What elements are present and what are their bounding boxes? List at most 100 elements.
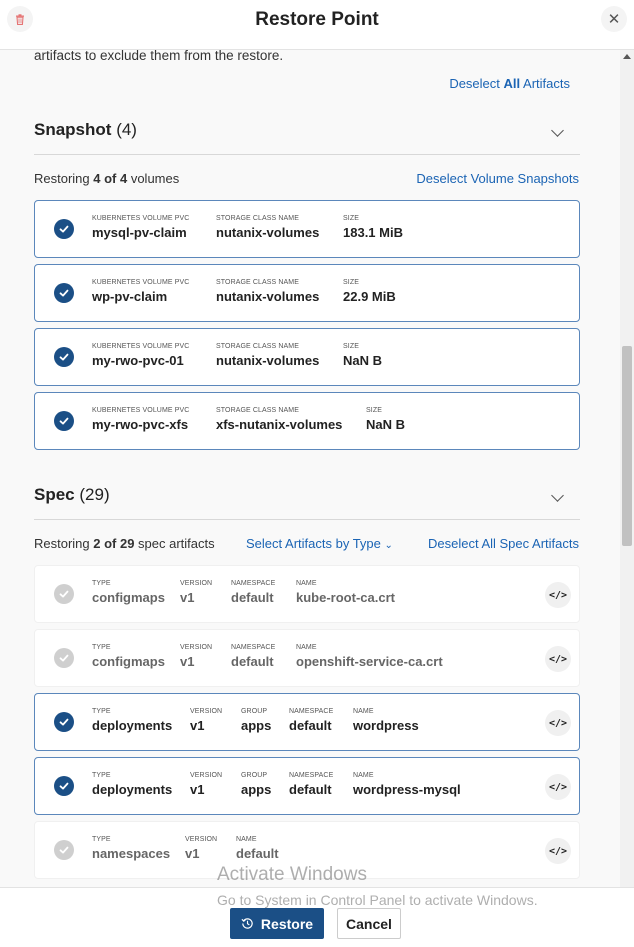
close-icon: ✕ [607, 11, 621, 28]
section-divider [34, 519, 580, 520]
volume-snapshot-card[interactable]: KUBERNETES VOLUME PVC my-rwo-pvc-xfs STORA… [34, 392, 580, 450]
storage-class-field: STORAGE CLASS NAME nutanix-volumes [216, 279, 319, 304]
disabled-checkbox-icon[interactable] [54, 648, 74, 668]
scroll-up-arrow-icon[interactable] [623, 54, 631, 59]
name-label: NAME [353, 772, 374, 779]
deselect-all-spec-artifacts-link[interactable]: Deselect All Spec Artifacts [428, 536, 579, 551]
close-button[interactable]: ✕ [601, 6, 627, 32]
version-field: VERSION v1 [180, 580, 212, 605]
checked-checkbox-icon[interactable] [54, 776, 74, 796]
type-value: configmaps [92, 654, 165, 669]
chevron-down-icon: ⌄ [384, 540, 393, 551]
checked-checkbox-icon[interactable] [54, 411, 74, 431]
spec-artifact-card[interactable]: TYPE deployments VERSION v1 GROUP apps NAMESPA… [34, 757, 580, 815]
cancel-button[interactable]: Cancel [337, 908, 401, 939]
size-label: SIZE [343, 215, 359, 222]
name-value: openshift-service-ca.crt [296, 654, 443, 669]
checked-checkbox-icon[interactable] [54, 219, 74, 239]
spec-title: Spec [34, 485, 75, 504]
storage-class-label: STORAGE CLASS NAME [216, 279, 299, 286]
status-prefix: Restoring [34, 171, 94, 186]
pvc-field: KUBERNETES VOLUME PVC my-rwo-pvc-xfs [92, 407, 189, 432]
version-label: VERSION [190, 772, 223, 779]
chevron-down-icon[interactable] [551, 489, 564, 502]
dialog-body: artifacts to exclude them from the resto… [0, 50, 620, 887]
chevron-down-icon[interactable] [551, 124, 564, 137]
status-suffix: volumes [127, 171, 180, 186]
pvc-field: KUBERNETES VOLUME PVC wp-pv-claim [92, 279, 189, 304]
checked-checkbox-icon[interactable] [54, 712, 74, 732]
storage-class-label: STORAGE CLASS NAME [216, 343, 299, 350]
view-code-button[interactable]: </> [545, 646, 571, 672]
storage-class-label: STORAGE CLASS NAME [216, 407, 299, 414]
volume-snapshot-card[interactable]: KUBERNETES VOLUME PVC wp-pv-claim STORAGE … [34, 264, 580, 322]
type-field: TYPE deployments [92, 708, 172, 733]
version-label: VERSION [180, 580, 213, 587]
view-code-button[interactable]: </> [545, 582, 571, 608]
name-label: NAME [236, 836, 257, 843]
namespace-field: NAMESPACE default [289, 772, 333, 797]
spec-artifact-card[interactable]: TYPE configmaps VERSION v1 NAMESPACE default N… [34, 565, 580, 623]
disabled-checkbox-icon[interactable] [54, 584, 74, 604]
volume-snapshot-card[interactable]: KUBERNETES VOLUME PVC my-rwo-pvc-01 STORAG… [34, 328, 580, 386]
storage-class-value: nutanix-volumes [216, 289, 320, 304]
type-field: TYPE configmaps [92, 644, 165, 669]
code-icon: </> [548, 781, 568, 793]
snapshot-count: (4) [116, 120, 137, 139]
spec-count: (29) [79, 485, 110, 504]
checked-checkbox-icon[interactable] [54, 347, 74, 367]
storage-class-value: nutanix-volumes [216, 353, 320, 368]
deselect-all-artifacts-link[interactable]: Deselect All Artifacts [449, 76, 570, 91]
deselect-volume-snapshots-link[interactable]: Deselect Volume Snapshots [416, 171, 579, 186]
version-value: v1 [190, 718, 205, 733]
type-value: namespaces [92, 846, 171, 861]
pvc-label: KUBERNETES VOLUME PVC [92, 215, 190, 222]
status-prefix: Restoring [34, 536, 94, 551]
dialog-header: Restore Point ✕ [0, 0, 634, 50]
type-label: TYPE [92, 836, 111, 843]
size-label: SIZE [366, 407, 382, 414]
group-label: GROUP [241, 708, 268, 715]
version-label: VERSION [185, 836, 218, 843]
select-artifacts-by-type-dropdown[interactable]: Select Artifacts by Type ⌄ [246, 536, 393, 551]
storage-class-label: STORAGE CLASS NAME [216, 215, 299, 222]
snapshot-title: Snapshot [34, 120, 112, 139]
pvc-field: KUBERNETES VOLUME PVC my-rwo-pvc-01 [92, 343, 189, 368]
name-value: default [236, 846, 279, 861]
type-field: TYPE deployments [92, 772, 172, 797]
restore-button[interactable]: Restore [230, 908, 324, 939]
name-label: NAME [296, 644, 317, 651]
version-field: VERSION v1 [190, 708, 222, 733]
namespace-label: NAMESPACE [231, 580, 276, 587]
namespace-field: NAMESPACE default [231, 580, 275, 605]
view-code-button[interactable]: </> [545, 838, 571, 864]
checked-checkbox-icon[interactable] [54, 283, 74, 303]
scrollbar[interactable] [620, 50, 634, 887]
version-field: VERSION v1 [190, 772, 222, 797]
dialog-title: Restore Point [255, 9, 379, 30]
type-value: deployments [92, 782, 173, 797]
intro-text: artifacts to exclude them from the resto… [34, 50, 284, 63]
type-label: TYPE [92, 644, 111, 651]
version-field: VERSION v1 [180, 644, 212, 669]
view-code-button[interactable]: </> [545, 710, 571, 736]
spec-artifact-card[interactable]: TYPE namespaces VERSION v1 NAME default </> [34, 821, 580, 879]
name-value: kube-root-ca.crt [296, 590, 395, 605]
storage-class-value: nutanix-volumes [216, 225, 320, 240]
namespace-value: default [231, 590, 274, 605]
dropdown-label: Select Artifacts by Type [246, 536, 381, 551]
spec-artifact-card[interactable]: TYPE deployments VERSION v1 GROUP apps NAMESPA… [34, 693, 580, 751]
storage-class-field: STORAGE CLASS NAME xfs-nutanix-volumes [216, 407, 342, 432]
version-label: VERSION [190, 708, 223, 715]
link-prefix: Deselect [449, 76, 504, 91]
scrollbar-thumb[interactable] [622, 346, 632, 546]
namespace-label: NAMESPACE [231, 644, 276, 651]
name-value: wordpress-mysql [353, 782, 461, 797]
disabled-checkbox-icon[interactable] [54, 840, 74, 860]
spec-artifact-card[interactable]: TYPE configmaps VERSION v1 NAMESPACE default N… [34, 629, 580, 687]
pvc-label: KUBERNETES VOLUME PVC [92, 343, 190, 350]
size-value: NaN B [343, 353, 383, 368]
view-code-button[interactable]: </> [545, 774, 571, 800]
volume-snapshot-card[interactable]: KUBERNETES VOLUME PVC mysql-pv-claim STORA… [34, 200, 580, 258]
storage-class-field: STORAGE CLASS NAME nutanix-volumes [216, 343, 319, 368]
